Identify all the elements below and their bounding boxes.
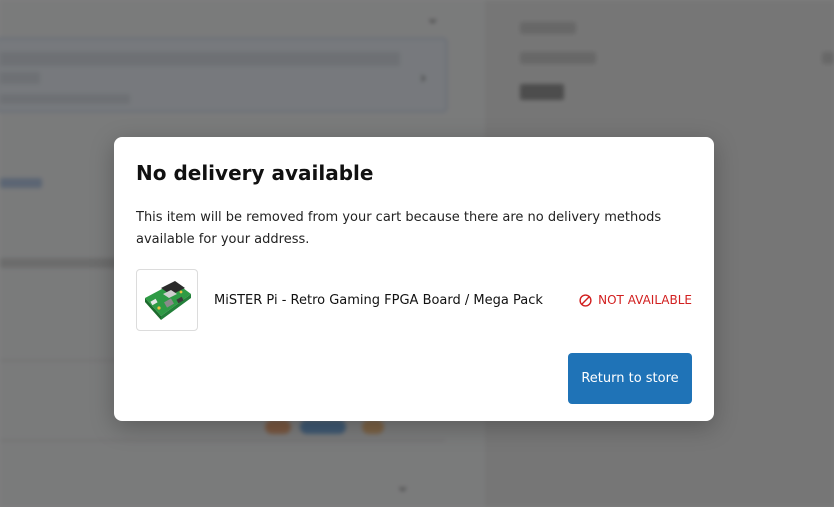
availability-status: NOT AVAILABLE (579, 293, 692, 307)
cart-item-row: MiSTER Pi - Retro Gaming FPGA Board / Me… (136, 268, 692, 332)
dialog-title: No delivery available (136, 161, 374, 185)
return-to-store-button[interactable]: Return to store (568, 353, 692, 404)
product-thumbnail (136, 269, 198, 331)
no-delivery-dialog: No delivery available This item will be … (114, 137, 714, 421)
dialog-message: This item will be removed from your cart… (136, 210, 662, 247)
fpga-board-image (145, 281, 191, 320)
status-label: NOT AVAILABLE (598, 293, 692, 307)
product-name: MiSTER Pi - Retro Gaming FPGA Board / Me… (214, 292, 543, 308)
prohibited-icon (579, 293, 592, 307)
